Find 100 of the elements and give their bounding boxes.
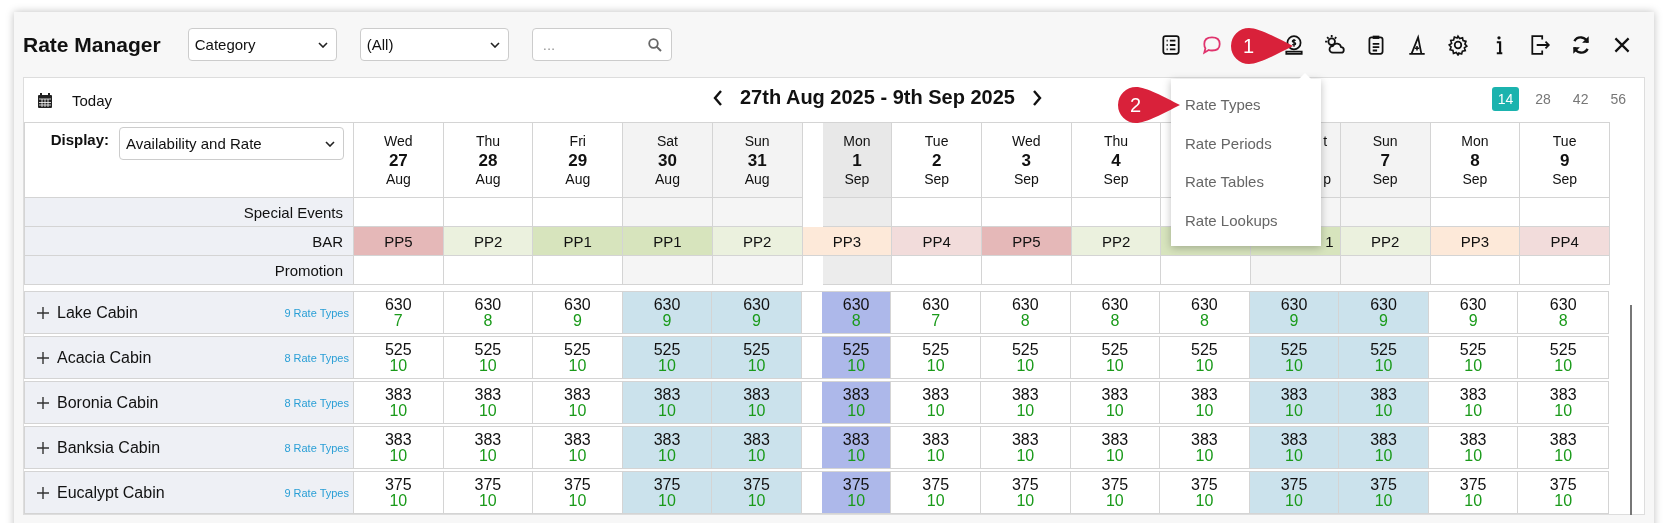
page-size-tab[interactable]: 56 [1604, 87, 1632, 111]
rate-cell[interactable]: 375 10 [1249, 472, 1340, 513]
previous-icon[interactable] [712, 88, 724, 107]
promotion-cell[interactable] [623, 256, 713, 285]
rate-cell[interactable]: 630 9 [1249, 292, 1340, 333]
promotion-cell[interactable] [1071, 256, 1162, 285]
promotion-cell[interactable] [822, 256, 893, 285]
rate-cell[interactable]: 630 8 [1160, 292, 1250, 333]
rate-cell[interactable]: 383 10 [443, 382, 534, 423]
calendar-icon[interactable] [38, 92, 52, 108]
rate-cell[interactable]: 525 10 [1518, 337, 1608, 378]
rate-cell[interactable]: 630 8 [981, 292, 1071, 333]
rate-cell[interactable]: 383 10 [1339, 427, 1429, 468]
expand-icon[interactable] [37, 486, 49, 499]
promotion-cell[interactable] [1340, 256, 1431, 285]
chat-icon[interactable] [1201, 33, 1223, 56]
event-cell[interactable] [623, 198, 713, 227]
rate-cell[interactable]: 375 10 [354, 472, 444, 513]
refresh-icon[interactable] [1570, 33, 1592, 56]
rate-cell[interactable]: 383 10 [533, 427, 623, 468]
wizard-hat-icon[interactable] [1406, 33, 1428, 56]
rate-cell[interactable]: 383 10 [821, 382, 892, 423]
dropdown[interactable]: (All) [359, 28, 509, 61]
rate-cell[interactable]: 375 10 [533, 472, 623, 513]
promotion-cell[interactable] [712, 256, 803, 285]
rate-cell[interactable]: 383 10 [354, 427, 444, 468]
rate-cell[interactable]: 525 10 [533, 337, 623, 378]
promotion-cell[interactable] [1520, 256, 1610, 285]
promotion-cell[interactable] [892, 256, 982, 285]
event-cell[interactable] [354, 198, 444, 227]
rate-cell[interactable]: 375 10 [1428, 472, 1519, 513]
promotion-cell[interactable] [1161, 256, 1252, 285]
rate-cell[interactable]: 525 10 [1428, 337, 1519, 378]
rate-cell[interactable]: 630 9 [1339, 292, 1429, 333]
rate-cell[interactable]: 375 10 [891, 472, 981, 513]
rate-cell[interactable]: 375 10 [622, 472, 713, 513]
rate-cell[interactable]: 375 10 [1518, 472, 1608, 513]
rate-cell[interactable]: 630 8 [443, 292, 534, 333]
promotion-cell[interactable] [982, 256, 1072, 285]
rate-cell[interactable]: 375 10 [443, 472, 534, 513]
rate-cell[interactable]: 375 10 [1160, 472, 1250, 513]
today-link[interactable]: Today [72, 91, 113, 109]
logout-icon[interactable] [1529, 33, 1551, 56]
rate-cell[interactable]: 525 10 [1339, 337, 1429, 378]
search-field[interactable]: ... [531, 28, 672, 61]
rate-cell[interactable]: 525 10 [1160, 337, 1250, 378]
rate-cell[interactable]: 525 10 [981, 337, 1071, 378]
rate-cell[interactable]: 630 8 [1070, 292, 1161, 333]
next-icon[interactable] [1030, 88, 1043, 107]
rate-cell[interactable]: 525 10 [354, 337, 444, 378]
event-cell[interactable] [712, 198, 803, 227]
rate-cell[interactable]: 525 10 [712, 337, 802, 378]
rate-cell[interactable]: 630 7 [891, 292, 981, 333]
rate-cell[interactable]: 525 10 [1070, 337, 1161, 378]
scrollbar[interactable] [1630, 305, 1632, 515]
rate-cell[interactable]: 383 10 [1428, 427, 1519, 468]
rate-cell[interactable]: 630 9 [533, 292, 623, 333]
rate-cell[interactable]: 383 10 [354, 382, 444, 423]
rate-cell[interactable]: 525 10 [891, 337, 981, 378]
dropdown[interactable]: Category [187, 28, 337, 61]
rate-cell[interactable]: 525 10 [821, 337, 892, 378]
settings-icon[interactable] [1447, 33, 1469, 56]
rate-cell[interactable]: 375 10 [981, 472, 1071, 513]
rate-cell[interactable]: 383 10 [981, 427, 1071, 468]
event-cell[interactable] [1430, 198, 1521, 227]
coin-icon[interactable] [1283, 33, 1305, 56]
rate-cell[interactable]: 383 10 [712, 382, 802, 423]
event-cell[interactable] [982, 198, 1072, 227]
expand-icon[interactable] [37, 306, 49, 319]
rate-cell[interactable]: 383 10 [1070, 427, 1161, 468]
rate-cell[interactable]: 525 10 [622, 337, 713, 378]
display-dropdown[interactable]: Availability and Rate [119, 127, 344, 160]
expand-icon[interactable] [37, 351, 49, 364]
rate-cell[interactable]: 383 10 [1160, 427, 1250, 468]
rate-cell[interactable]: 383 10 [1249, 382, 1340, 423]
promotion-cell[interactable] [354, 256, 444, 285]
rate-cell[interactable]: 630 7 [354, 292, 444, 333]
rate-cell[interactable]: 375 10 [821, 472, 892, 513]
rate-cell[interactable]: 383 10 [1160, 382, 1250, 423]
expand-icon[interactable] [37, 441, 49, 454]
page-size-tab[interactable]: 28 [1529, 87, 1557, 111]
rate-cell[interactable]: 383 10 [1518, 427, 1608, 468]
weather-icon[interactable] [1324, 33, 1346, 56]
rate-cell[interactable]: 383 10 [533, 382, 623, 423]
event-cell[interactable] [1520, 198, 1610, 227]
rate-cell[interactable]: 383 10 [1070, 382, 1161, 423]
rate-cell[interactable]: 375 10 [712, 472, 802, 513]
rate-cell[interactable]: 383 10 [1518, 382, 1608, 423]
promotion-cell[interactable] [533, 256, 624, 285]
rate-cell[interactable]: 383 10 [443, 427, 534, 468]
event-cell[interactable] [822, 198, 893, 227]
promotion-cell[interactable] [1251, 256, 1341, 285]
rate-cell[interactable]: 383 10 [891, 382, 981, 423]
rate-cell[interactable]: 383 10 [622, 427, 713, 468]
rate-cell[interactable]: 375 10 [1070, 472, 1161, 513]
rate-cell[interactable]: 630 9 [622, 292, 713, 333]
rate-cell[interactable]: 383 10 [821, 427, 892, 468]
page-size-tab[interactable]: 42 [1566, 87, 1595, 111]
rate-cell[interactable]: 383 10 [1249, 427, 1340, 468]
event-cell[interactable] [1071, 198, 1162, 227]
